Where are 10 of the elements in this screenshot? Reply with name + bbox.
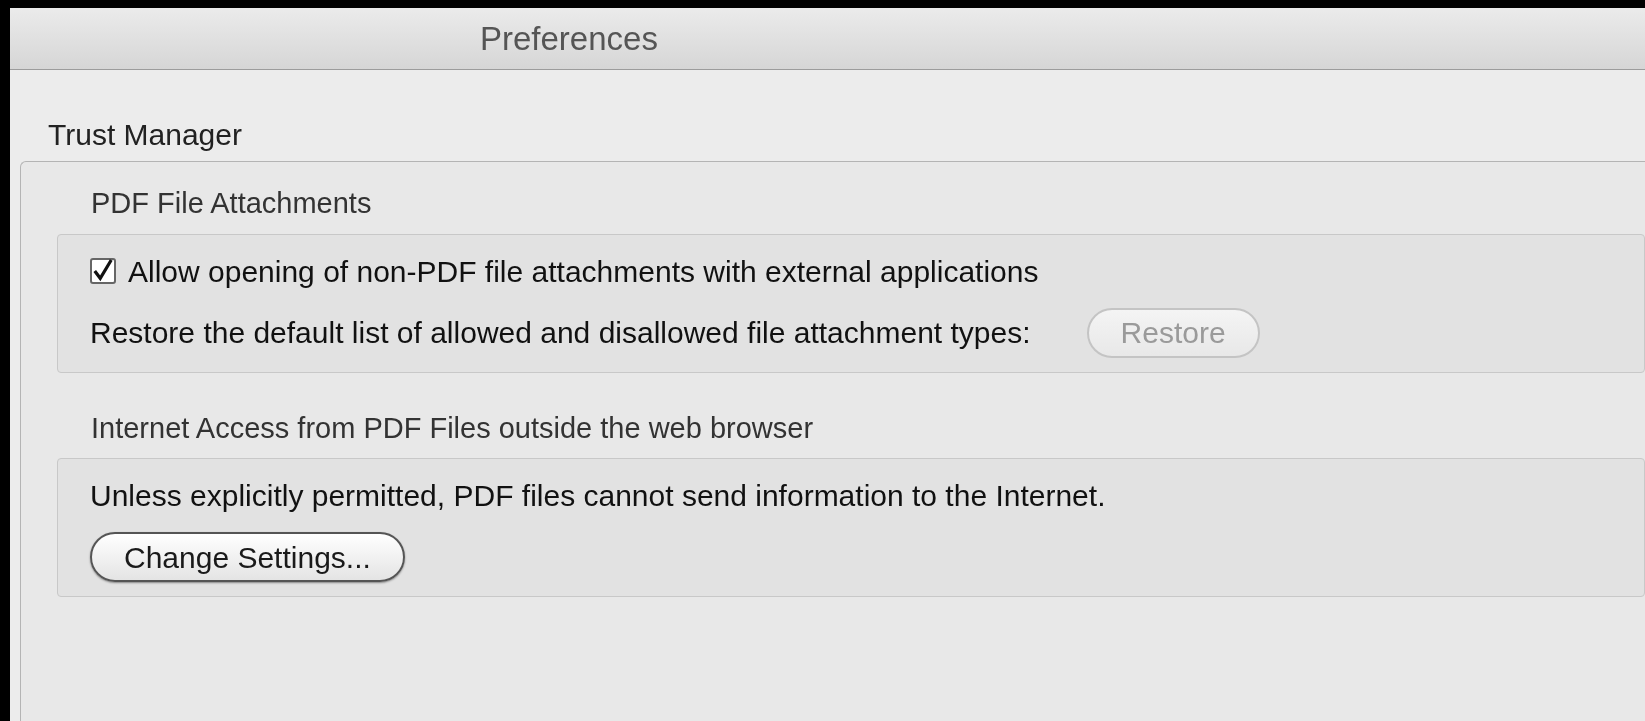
- info-text: Unless explicitly permitted, PDF files cannot send information to the Internet.: [90, 478, 1107, 514]
- settings-button[interactable]: Change Settings...: [90, 532, 405, 582]
- checkbox[interactable]: [90, 258, 116, 284]
- window-title: Preferences: [480, 18, 658, 59]
- group-title: Internet Access from PDF Files outside the web browser: [90, 410, 815, 446]
- group-title: PDF File Attachments: [90, 186, 373, 221]
- checkbox-label: Allow opening of non-PDF file attachments with external applications: [128, 253, 1039, 290]
- section-title: Trust Manager: [48, 118, 242, 151]
- restore-label: Restore the default list of allowed and disallowed file attachment types:: [90, 315, 1031, 351]
- checkmark-icon: [92, 258, 114, 284]
